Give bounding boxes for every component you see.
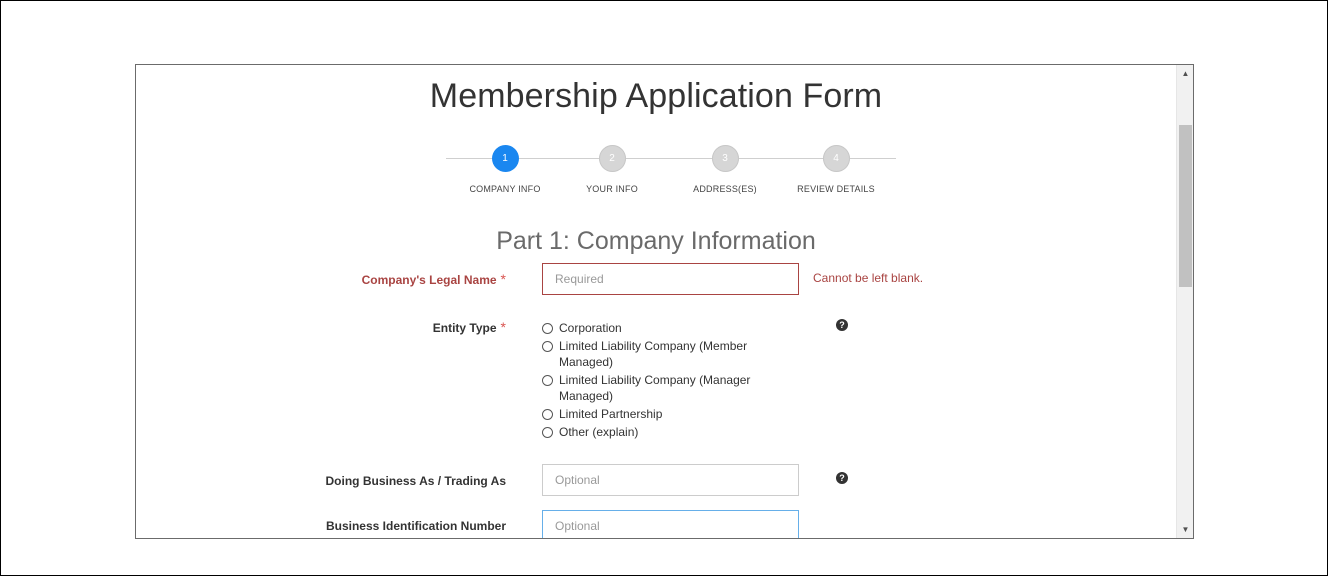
entity-option-llc-member[interactable]: Limited Liability Company (Member Manage… — [542, 338, 802, 370]
page-title: Membership Application Form — [429, 77, 883, 115]
dba-input[interactable] — [542, 464, 799, 496]
scroll-up-arrow-icon[interactable]: ▲ — [1177, 65, 1193, 82]
entity-option-other[interactable]: Other (explain) — [542, 424, 802, 440]
radio-label: Limited Liability Company (Manager Manag… — [559, 373, 751, 403]
radio-label: Corporation — [559, 321, 622, 335]
dba-label: Doing Business As / Trading As — [325, 474, 506, 488]
step-your-info[interactable]: 2 YOUR INFO — [552, 145, 672, 194]
entity-option-llc-manager[interactable]: Limited Liability Company (Manager Manag… — [542, 372, 802, 404]
legal-name-input[interactable] — [542, 263, 799, 295]
radio-label: Limited Liability Company (Member Manage… — [559, 339, 748, 369]
step-circle-1: 1 — [491, 145, 519, 172]
required-asterisk: * — [500, 271, 506, 287]
legal-name-error: Cannot be left blank. — [813, 271, 924, 285]
step-label: COMPANY INFO — [469, 184, 541, 194]
form-content: Membership Application Form 1 COMPANY IN… — [136, 65, 1176, 538]
step-label: ADDRESS(ES) — [693, 184, 757, 194]
entity-type-label-text: Entity Type — [432, 321, 497, 335]
step-label: YOUR INFO — [586, 184, 638, 194]
step-review-details[interactable]: 4 REVIEW DETAILS — [776, 145, 896, 194]
bin-input[interactable] — [542, 510, 799, 538]
entity-type-radio-group: Corporation Limited Liability Company (M… — [542, 320, 802, 442]
entity-type-label: Entity Type * — [433, 319, 506, 335]
step-company-info[interactable]: 1 COMPANY INFO — [445, 145, 565, 194]
question-circle-icon[interactable]: ? — [836, 319, 848, 331]
question-circle-icon[interactable]: ? — [836, 472, 848, 484]
legal-name-label-text: Company's Legal Name — [361, 273, 497, 287]
step-circle-2: 2 — [598, 145, 626, 172]
entity-option-corporation[interactable]: Corporation — [542, 320, 802, 336]
required-asterisk: * — [500, 319, 506, 335]
entity-option-limited-partnership[interactable]: Limited Partnership — [542, 406, 802, 422]
radio-button[interactable] — [542, 409, 553, 420]
radio-label: Other (explain) — [559, 425, 639, 439]
legal-name-label: Company's Legal Name * — [362, 271, 506, 287]
step-addresses[interactable]: 3 ADDRESS(ES) — [665, 145, 785, 194]
section-title: Part 1: Company Information — [496, 227, 816, 255]
form-viewport: Membership Application Form 1 COMPANY IN… — [135, 64, 1194, 539]
bin-label: Business Identification Number — [325, 519, 506, 533]
step-label: REVIEW DETAILS — [797, 184, 875, 194]
radio-label: Limited Partnership — [559, 407, 663, 421]
radio-button[interactable] — [542, 341, 553, 352]
step-circle-3: 3 — [711, 145, 739, 172]
vertical-scrollbar[interactable]: ▲ ▼ — [1176, 65, 1193, 538]
radio-button[interactable] — [542, 323, 553, 334]
scroll-thumb[interactable] — [1179, 125, 1192, 287]
radio-button[interactable] — [542, 427, 553, 438]
step-circle-4: 4 — [822, 145, 850, 172]
radio-button[interactable] — [542, 375, 553, 386]
scroll-down-arrow-icon[interactable]: ▼ — [1177, 521, 1193, 538]
